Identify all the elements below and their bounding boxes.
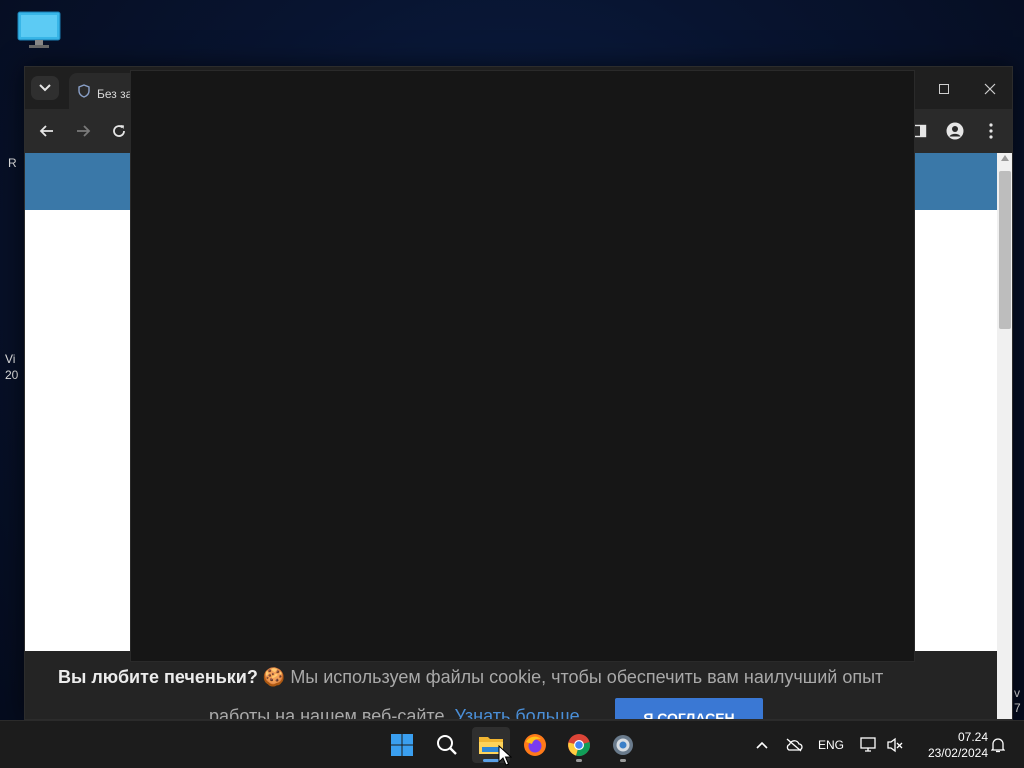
menu-button[interactable] xyxy=(977,117,1005,145)
reload-icon xyxy=(113,125,125,137)
this-pc-desktop-icon[interactable] xyxy=(16,10,62,50)
system-clock[interactable]: 07.24 23/02/2024 xyxy=(912,729,988,761)
scroll-thumb[interactable] xyxy=(999,171,1011,329)
cookie-message-line2: работы на нашем веб-сайте. Узнать больше xyxy=(209,706,580,720)
desktop-edge-text: R xyxy=(8,156,17,170)
settings-button[interactable] xyxy=(604,727,642,763)
scroll-up-icon[interactable] xyxy=(1001,155,1009,161)
firefox-icon xyxy=(524,734,546,756)
chrome-icon xyxy=(568,734,590,756)
chevron-up-icon xyxy=(756,741,768,749)
forward-button[interactable] xyxy=(69,117,97,145)
arrow-left-icon xyxy=(39,125,53,137)
clock-date: 23/02/2024 xyxy=(927,746,988,760)
back-button[interactable] xyxy=(33,117,61,145)
start-button[interactable] xyxy=(383,727,421,763)
cookie-accept-button[interactable]: Я СОГЛАСЕН xyxy=(615,698,763,719)
arrow-right-icon xyxy=(77,125,91,137)
speaker-muted-icon xyxy=(887,737,903,753)
language-indicator[interactable]: ENG xyxy=(814,731,848,759)
chrome-button[interactable] xyxy=(560,727,598,763)
chevron-down-icon xyxy=(39,84,51,92)
cookie-message-cont: работы на нашем веб-сайте. xyxy=(209,706,450,720)
mouse-cursor-icon xyxy=(498,745,512,766)
onedrive-tray-button[interactable] xyxy=(782,731,806,759)
cookie-message: Мы используем файлы cookie, чтобы обеспе… xyxy=(290,667,884,687)
windows-start-icon xyxy=(391,734,413,756)
desktop-edge-text: v xyxy=(1014,686,1020,700)
settings-icon xyxy=(613,735,633,755)
close-button[interactable] xyxy=(968,73,1012,105)
profile-button[interactable] xyxy=(941,117,969,145)
firefox-button[interactable] xyxy=(516,727,554,763)
learn-more-link[interactable]: Узнать больше xyxy=(454,706,579,719)
active-indicator xyxy=(483,759,499,762)
cloud-offline-icon xyxy=(786,738,803,752)
page-scrollbar[interactable] xyxy=(997,153,1012,719)
cookie-emoji: 🍪 xyxy=(262,667,286,687)
network-icon xyxy=(860,737,876,752)
blank-overlay-window[interactable] xyxy=(130,70,915,662)
maximize-icon xyxy=(939,84,949,94)
tab-search-button[interactable] xyxy=(31,76,59,100)
desktop-edge-text: 7 xyxy=(1014,701,1021,715)
volume-tray-button[interactable] xyxy=(884,731,906,759)
search-icon xyxy=(437,735,457,755)
desktop-edge-text: 20 xyxy=(5,368,19,382)
network-tray-button[interactable] xyxy=(858,731,880,759)
close-icon xyxy=(984,83,996,95)
maximize-button[interactable] xyxy=(922,73,966,105)
desktop-edge-text: Vi xyxy=(5,352,16,366)
cookie-heading: Вы любите печеньки? xyxy=(58,667,258,687)
taskbar: ENG 07.24 23/02/2024 xyxy=(0,720,1024,768)
clock-time: 07.24 xyxy=(957,730,988,744)
shield-icon xyxy=(78,84,90,98)
cookie-message-line1: Вы любите печеньки? 🍪 Мы используем файл… xyxy=(58,667,883,688)
search-button[interactable] xyxy=(428,727,466,763)
bell-icon xyxy=(991,738,1005,753)
running-indicator xyxy=(576,759,582,762)
reload-button[interactable] xyxy=(105,117,133,145)
kebab-menu-icon xyxy=(989,123,993,139)
tab-title: Без за xyxy=(97,87,133,101)
profile-icon xyxy=(946,122,964,140)
running-indicator xyxy=(620,759,626,762)
notifications-button[interactable] xyxy=(988,731,1008,759)
show-hidden-icons-button[interactable] xyxy=(752,731,772,759)
